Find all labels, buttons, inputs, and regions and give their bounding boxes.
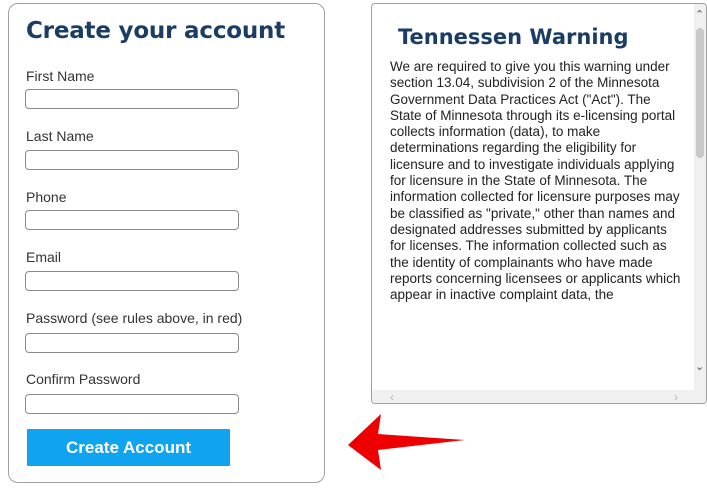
scroll-right-arrow-icon[interactable]: › <box>674 390 678 403</box>
phone-label: Phone <box>26 189 67 205</box>
warning-body-text: We are required to give you this warning… <box>390 59 681 303</box>
email-input[interactable] <box>25 271 239 291</box>
form-title: Create your account <box>26 18 285 44</box>
scroll-up-arrow-icon[interactable]: ⌃ <box>695 10 704 21</box>
red-arrow-left-icon <box>348 414 465 470</box>
tennessen-warning-panel[interactable]: Tennessen Warning We are required to giv… <box>371 3 707 404</box>
phone-input[interactable] <box>25 210 239 230</box>
warning-title: Tennessen Warning <box>398 25 629 49</box>
red-arrow-shape <box>348 414 465 470</box>
first-name-label: First Name <box>26 68 95 84</box>
confirm-password-label: Confirm Password <box>26 371 141 387</box>
create-account-button[interactable]: Create Account <box>27 429 230 466</box>
password-input[interactable] <box>25 333 239 353</box>
create-account-panel: Create your account First Name Last Name… <box>8 3 325 483</box>
horizontal-scrollbar[interactable]: ‹ › <box>372 390 706 403</box>
scroll-left-arrow-icon[interactable]: ‹ <box>390 390 394 403</box>
first-name-input[interactable] <box>25 89 239 109</box>
last-name-label: Last Name <box>26 128 94 144</box>
scroll-down-arrow-icon[interactable]: ⌄ <box>695 362 704 373</box>
last-name-input[interactable] <box>25 150 239 170</box>
vertical-scrollbar[interactable]: ⌃ ⌄ <box>694 4 706 392</box>
confirm-password-input[interactable] <box>25 394 239 414</box>
email-label: Email <box>26 249 62 265</box>
scrollbar-thumb[interactable] <box>696 28 704 158</box>
password-label: Password (see rules above, in red) <box>26 310 243 326</box>
